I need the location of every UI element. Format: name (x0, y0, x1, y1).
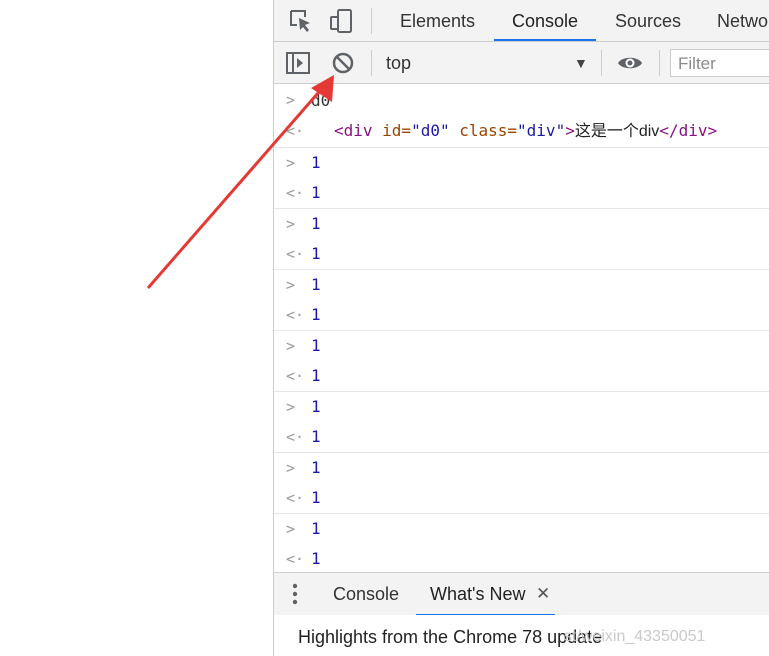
filter-placeholder: Filter (678, 54, 716, 73)
console-entry: > 1 <· 1 (274, 514, 769, 572)
input-prompt-icon: > (286, 91, 296, 109)
console-messages: > d0 <· <div id="d0" class="div">这是一个div… (274, 84, 769, 572)
console-input-text: 1 (311, 153, 321, 172)
console-input-row: > 1 (274, 453, 769, 483)
html-attr-id: id= (372, 121, 412, 140)
tab-network[interactable]: Netwo (717, 0, 768, 41)
console-output-element[interactable]: <div id="d0" class="div">这是一个div</div> (334, 117, 717, 146)
more-tools-kebab-icon[interactable] (290, 582, 300, 606)
console-output-row: <· <div id="d0" class="div">这是一个div</div… (274, 117, 769, 147)
console-input-row: > 1 (274, 392, 769, 422)
html-attr-id-value: "d0" (411, 121, 450, 140)
console-input-row: > d0 (274, 84, 769, 117)
console-input-text: 1 (311, 397, 321, 416)
console-entry: > 1 <· 1 (274, 270, 769, 331)
input-prompt-icon: > (286, 154, 296, 172)
console-input-text: d0 (311, 91, 331, 110)
tab-elements[interactable]: Elements (400, 0, 475, 41)
console-output-text: 1 (311, 427, 321, 446)
input-prompt-icon: > (286, 276, 296, 294)
console-output-row: <· 1 (274, 483, 769, 513)
console-output-text: 1 (311, 488, 321, 507)
output-prompt-icon: <· (286, 306, 305, 324)
inspect-element-icon[interactable] (288, 8, 314, 34)
console-input-text: 1 (311, 519, 321, 538)
input-prompt-icon: > (286, 520, 296, 538)
input-prompt-icon: > (286, 398, 296, 416)
html-tag-open: <div (334, 121, 373, 140)
output-prompt-icon: <· (286, 550, 305, 568)
console-input-text: 1 (311, 275, 321, 294)
watermark-text: st/weixin_43350051 (564, 628, 706, 645)
console-input-row: > 1 (274, 270, 769, 300)
console-output-text: 1 (311, 183, 321, 202)
output-prompt-icon: <· (286, 122, 305, 140)
console-input-text: 1 (311, 458, 321, 477)
output-prompt-icon: <· (286, 245, 305, 263)
console-entry: > 1 <· 1 (274, 331, 769, 392)
console-output-text: 1 (311, 305, 321, 324)
html-tag-gt: > (565, 121, 575, 140)
toolbar-separator (601, 50, 602, 76)
output-prompt-icon: <· (286, 489, 305, 507)
console-output-row: <· 1 (274, 422, 769, 452)
console-output-row: <· 1 (274, 544, 769, 572)
console-input-row: > 1 (274, 514, 769, 544)
html-content: 这是一个div (574, 123, 660, 140)
devtools-panel: Elements Console Sources Netwo top ▼ Fil… (273, 0, 769, 656)
console-input-text: 1 (311, 336, 321, 355)
output-prompt-icon: <· (286, 428, 305, 446)
console-input-row: > 1 (274, 331, 769, 361)
console-output-text: 1 (311, 549, 321, 568)
console-output-row: <· 1 (274, 239, 769, 269)
console-input-row: > 1 (274, 209, 769, 239)
html-tag-close: </div> (659, 121, 718, 140)
show-sidebar-icon[interactable] (285, 50, 311, 76)
clear-console-icon[interactable] (330, 50, 356, 76)
devtools-tabbar: Elements Console Sources Netwo (274, 0, 769, 42)
console-input-text: 1 (311, 214, 321, 233)
console-entry: > 1 <· 1 (274, 209, 769, 270)
input-prompt-icon: > (286, 215, 296, 233)
close-icon[interactable]: ✕ (536, 573, 550, 614)
page-blank-area (0, 0, 273, 656)
drawer-tab-console[interactable]: Console (333, 573, 399, 616)
toolbar-separator (659, 50, 660, 76)
live-expression-eye-icon[interactable] (617, 50, 643, 76)
tab-sources[interactable]: Sources (615, 0, 681, 41)
toolbar-separator (371, 50, 372, 76)
console-entry: > 1 <· 1 (274, 148, 769, 209)
console-input-row: > 1 (274, 148, 769, 178)
input-prompt-icon: > (286, 337, 296, 355)
output-prompt-icon: <· (286, 367, 305, 385)
tab-console[interactable]: Console (493, 0, 597, 41)
drawer-body: Highlights from the Chrome 78 update st/… (274, 615, 769, 656)
html-attr-class-value: "div" (517, 121, 566, 140)
console-entry: > 1 <· 1 (274, 453, 769, 514)
input-prompt-icon: > (286, 459, 296, 477)
html-attr-class: class= (449, 121, 518, 140)
tabbar-separator (371, 8, 372, 34)
drawer-tabbar: Console What's New ✕ (274, 572, 769, 616)
console-output-row: <· 1 (274, 178, 769, 208)
console-toolbar: top ▼ Filter (274, 42, 769, 84)
filter-input[interactable]: Filter (670, 49, 769, 77)
context-dropdown-arrow-icon[interactable]: ▼ (574, 42, 588, 84)
device-toolbar-icon[interactable] (328, 8, 354, 34)
console-output-text: 1 (311, 366, 321, 385)
console-output-text: 1 (311, 244, 321, 263)
console-entry: > 1 <· 1 (274, 392, 769, 453)
console-entry: > d0 <· <div id="d0" class="div">这是一个div… (274, 84, 769, 148)
console-output-row: <· 1 (274, 361, 769, 391)
whats-new-highlight[interactable]: Highlights from the Chrome 78 update (298, 615, 602, 656)
drawer-tab-whats-new[interactable]: What's New (415, 573, 557, 616)
console-output-row: <· 1 (274, 300, 769, 330)
context-selector[interactable]: top (386, 42, 411, 84)
output-prompt-icon: <· (286, 184, 305, 202)
